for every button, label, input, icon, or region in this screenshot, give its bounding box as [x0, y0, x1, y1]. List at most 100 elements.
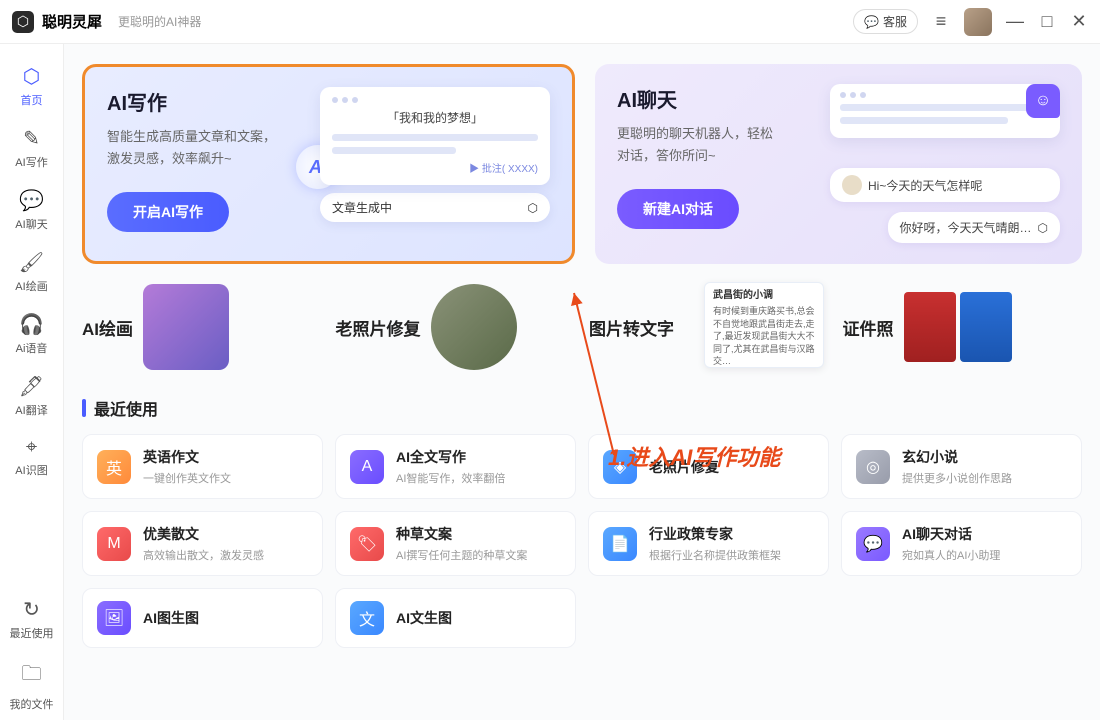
tile-title: AI绘画: [82, 315, 133, 340]
chat-fab-icon: ☺: [1026, 84, 1060, 118]
section-title: 最近使用: [94, 396, 158, 420]
mock-chat-window: ☺: [830, 84, 1060, 138]
mock-editor: 「我和我的梦想」 ▶ 批注( XXXX): [320, 87, 550, 185]
sidebar-item-write[interactable]: ✎ AI写作: [4, 118, 60, 178]
sidebar-label: 我的文件: [10, 696, 54, 712]
card-title: AI聊天对话: [902, 524, 1067, 544]
user-avatar[interactable]: [964, 8, 992, 36]
sidebar-item-paint[interactable]: 🖌 AI绘画: [4, 242, 60, 302]
sidebar-label: 最近使用: [10, 625, 54, 641]
hero-row: AI写作 智能生成高质量文章和文案， 激发灵感，效率飙升~ 开启AI写作 AI …: [82, 64, 1082, 264]
tile-title: 证件照: [843, 315, 894, 340]
card-subtitle: 一键创作英文作文: [143, 470, 308, 486]
ocr-doc-body: 有时候到重庆路买书,总会不自觉地跟武昌街走去,走了,最近发现武昌街大大不同了,尤…: [713, 305, 815, 368]
recent-card[interactable]: ◈ 老照片修复: [588, 434, 829, 499]
tile-id-photo[interactable]: 证件照: [843, 282, 1083, 372]
sidebar-label: 首页: [21, 92, 43, 108]
bubble-avatar-icon: [842, 175, 862, 195]
titlebar-right: 💬 客服 ≡ — □ ✕: [853, 8, 1088, 36]
sidebar-label: AI识图: [15, 462, 47, 478]
card-title: 英语作文: [143, 447, 308, 467]
recent-cards-grid: 英 英语作文 一键创作英文作文 A AI全文写作 AI智能写作，效率翻倍 ◈ 老…: [82, 434, 1082, 648]
feature-tiles-row: AI绘画 老照片修复 图片转文字 武昌街的小调 有时候到重庆路买书,总会不自觉地…: [82, 282, 1082, 372]
card-title: 行业政策专家: [649, 524, 814, 544]
card-icon: 🖼: [97, 601, 131, 635]
sidebar-label: AI写作: [15, 154, 47, 170]
sidebar-item-voice[interactable]: 🎧 Ai语音: [4, 304, 60, 364]
titlebar: ⬡ 聪明灵犀 更聪明的AI神器 💬 客服 ≡ — □ ✕: [0, 0, 1100, 44]
card-title: 老照片修复: [649, 457, 814, 477]
tile-old-photo[interactable]: 老照片修复: [336, 282, 576, 372]
sidebar-item-translate[interactable]: 🖋 AI翻译: [4, 366, 60, 426]
sidebar-item-recent[interactable]: ↻ 最近使用: [4, 589, 60, 649]
home-icon: ⬡: [23, 64, 40, 89]
recent-card[interactable]: 英 英语作文 一键创作英文作文: [82, 434, 323, 499]
card-icon: M: [97, 527, 131, 561]
hero-ai-write[interactable]: AI写作 智能生成高质量文章和文案， 激发灵感，效率飙升~ 开启AI写作 AI …: [82, 64, 575, 264]
recent-card[interactable]: 🏷 种草文案 AI撰写任何主题的种草文案: [335, 511, 576, 576]
card-subtitle: 根据行业名称提供政策框架: [649, 547, 814, 563]
cs-label: 客服: [883, 13, 907, 30]
card-subtitle: AI智能写作，效率翻倍: [396, 470, 561, 486]
hero-title: AI聊天: [617, 84, 830, 113]
generation-status: 文章生成中 ⬡: [320, 193, 550, 222]
recent-card[interactable]: 📄 行业政策专家 根据行业名称提供政策框架: [588, 511, 829, 576]
sidebar-label: AI绘画: [15, 278, 47, 294]
chat-bubble-bot: 你好呀，今天天气晴朗… ⬡: [888, 212, 1061, 243]
pen-icon: ✎: [23, 126, 40, 151]
sidebar-item-ocr[interactable]: ⌖ AI识图: [4, 428, 60, 486]
card-subtitle: 高效输出散文，激发灵感: [143, 547, 308, 563]
logo-icon: ⬡: [12, 11, 34, 33]
tile-ocr[interactable]: 图片转文字 武昌街的小调 有时候到重庆路买书,总会不自觉地跟武昌街走去,走了,最…: [589, 282, 829, 372]
recent-card[interactable]: 💬 AI聊天对话 宛如真人的AI小助理: [841, 511, 1082, 576]
tile-title: 老照片修复: [336, 315, 421, 340]
card-icon: 🏷: [350, 527, 384, 561]
card-icon: 文: [350, 601, 384, 635]
folder-icon: 🗀: [22, 659, 42, 693]
hamburger-menu-icon[interactable]: ≡: [932, 11, 950, 32]
tile-title: 图片转文字: [589, 315, 674, 340]
card-title: AI图生图: [143, 608, 308, 628]
card-icon: ◎: [856, 450, 890, 484]
new-ai-chat-button[interactable]: 新建AI对话: [617, 189, 739, 229]
close-button[interactable]: ✕: [1070, 11, 1088, 32]
card-title: AI文生图: [396, 608, 561, 628]
card-title: AI全文写作: [396, 447, 561, 467]
history-icon: ↻: [23, 597, 40, 622]
start-ai-write-button[interactable]: 开启AI写作: [107, 192, 229, 232]
recent-card[interactable]: 文 AI文生图: [335, 588, 576, 648]
hero-desc: 智能生成高质量文章和文案， 激发灵感，效率飙升~: [107, 126, 320, 170]
recent-card[interactable]: A AI全文写作 AI智能写作，效率翻倍: [335, 434, 576, 499]
sidebar-label: AI翻译: [15, 402, 47, 418]
app-logo: ⬡ 聪明灵犀 更聪明的AI神器: [12, 11, 201, 33]
minimize-button[interactable]: —: [1006, 11, 1024, 32]
chat-bubble-icon: 💬: [864, 15, 879, 29]
paint-preview-image: [143, 284, 229, 370]
hero-title: AI写作: [107, 87, 320, 116]
heading-bar-icon: [82, 399, 86, 417]
sidebar-item-chat[interactable]: 💬 AI聊天: [4, 180, 60, 240]
tile-ai-paint[interactable]: AI绘画: [82, 282, 322, 372]
sidebar-item-home[interactable]: ⬡ 首页: [4, 56, 60, 116]
app-name: 聪明灵犀: [42, 11, 102, 32]
recent-card[interactable]: M 优美散文 高效输出散文，激发灵感: [82, 511, 323, 576]
card-icon: 📄: [603, 527, 637, 561]
ocr-doc-title: 武昌街的小调: [713, 289, 815, 303]
card-icon: 💬: [856, 527, 890, 561]
maximize-button[interactable]: □: [1038, 11, 1056, 32]
card-subtitle: 提供更多小说创作思路: [902, 470, 1067, 486]
hex-icon: ⬡: [1038, 221, 1048, 235]
translate-icon: 🖋: [19, 374, 44, 399]
recent-card[interactable]: 🖼 AI图生图: [82, 588, 323, 648]
recent-card[interactable]: ◎ 玄幻小说 提供更多小说创作思路: [841, 434, 1082, 499]
sidebar-item-files[interactable]: 🗀 我的文件: [4, 651, 60, 720]
customer-service-button[interactable]: 💬 客服: [853, 9, 918, 34]
recent-heading: 最近使用: [82, 396, 1082, 420]
card-title: 种草文案: [396, 524, 561, 544]
chat-bubble-user: Hi~今天的天气怎样呢: [830, 168, 1060, 202]
sidebar-label: Ai语音: [16, 340, 48, 356]
hero-ai-chat[interactable]: AI聊天 更聪明的聊天机器人，轻松 对话，答你所问~ 新建AI对话 ☺: [595, 64, 1082, 264]
ocr-preview: 武昌街的小调 有时候到重庆路买书,总会不自觉地跟武昌街走去,走了,最近发现武昌街…: [684, 282, 824, 372]
chat-icon: 💬: [19, 188, 44, 213]
sidebar: ⬡ 首页 ✎ AI写作 💬 AI聊天 🖌 AI绘画 🎧 Ai语音 🖋 AI翻译 …: [0, 44, 64, 720]
